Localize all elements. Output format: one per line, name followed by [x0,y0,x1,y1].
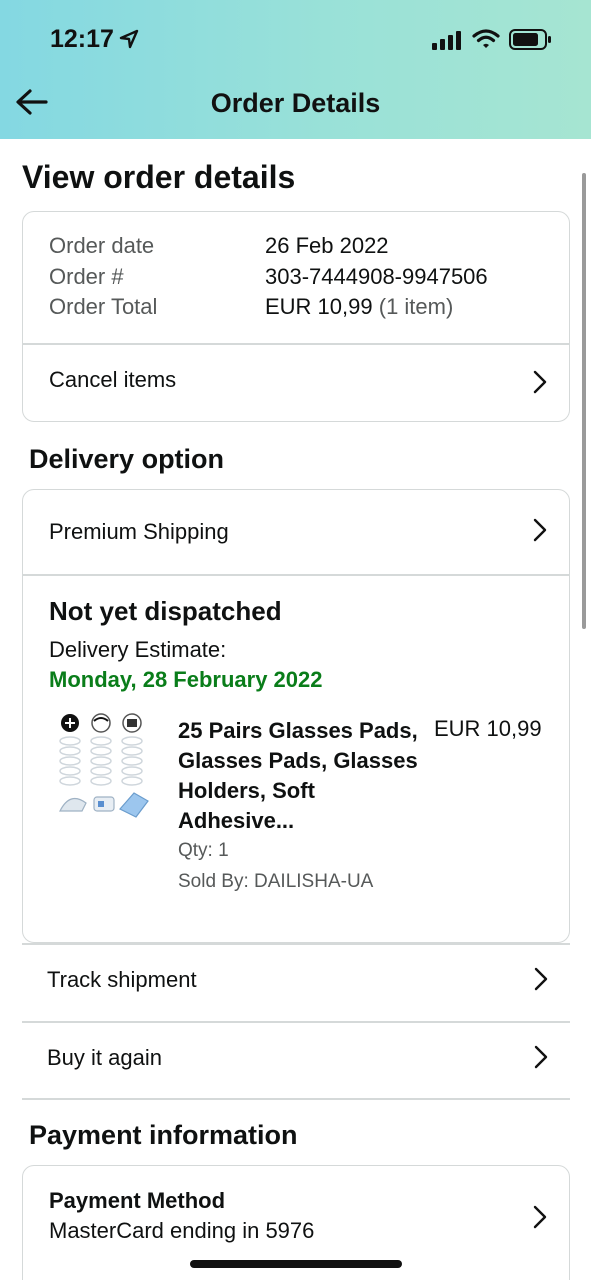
product-title[interactable]: 25 Pairs Glasses Pads, Glasses Pads, Gla… [178,716,423,836]
delivery-card: Premium Shipping Not yet dispatched Deli… [22,489,570,943]
shipment-status: Not yet dispatched [49,596,282,626]
chevron-right-icon [534,967,548,991]
wifi-icon [472,29,500,48]
cellular-signal-icon [432,31,461,50]
divider [23,574,569,576]
premium-shipping-row[interactable]: Premium Shipping [23,490,568,574]
buy-again-label: Buy it again [47,1045,162,1070]
home-indicator[interactable] [190,1260,402,1268]
payment-method-value: MasterCard ending in 5976 [49,1218,315,1243]
track-shipment-row[interactable]: Track shipment [22,944,570,1021]
shipping-option-label: Premium Shipping [49,519,229,544]
page-title: View order details [22,159,296,195]
delivery-section-title: Delivery option [29,444,225,474]
product-quantity: Qty: 1 [178,840,229,861]
payment-section-title: Payment information [29,1120,298,1150]
location-arrow-icon [119,29,139,49]
track-shipment-label: Track shipment [47,967,197,992]
order-total-label: Order Total [49,294,158,319]
scrollbar[interactable] [582,173,586,629]
header-title: Order Details [210,88,381,118]
order-number-label: Order # [49,264,124,289]
product-title-line: Glasses Pads, Glasses [178,748,418,773]
divider [22,1098,570,1100]
chevron-right-icon [533,518,547,542]
product-title-line: Adhesive... [178,808,295,833]
product-title-line: Holders, Soft [178,778,315,803]
buy-again-row[interactable]: Buy it again [22,1022,570,1099]
chevron-right-icon [533,1205,547,1229]
chevron-right-icon [533,370,547,394]
delivery-estimate-label: Delivery Estimate: [49,637,227,662]
chevron-right-icon [534,1045,548,1069]
product-title-line: 25 Pairs Glasses Pads, [178,718,418,743]
product-seller: Sold By: DAILISHA-UA [178,871,374,892]
order-item-count: (1 item) [378,294,454,319]
order-total-value: EUR 10,99 (1 item) [265,292,453,322]
order-total-amount: EUR 10,99 [265,294,373,319]
status-time: 12:17 [50,25,114,53]
product-price: EUR 10,99 [434,716,542,741]
order-date-label: Order date [49,233,155,258]
cancel-items-label: Cancel items [49,367,177,392]
product-image[interactable] [56,713,152,823]
order-number-value: 303-7444908-9947506 [265,264,488,289]
payment-method-label: Payment Method [49,1188,226,1213]
order-date-value: 26 Feb 2022 [265,233,389,258]
app-header: 12:17 Order Details [0,0,591,139]
cancel-items-row[interactable]: Cancel items [23,344,568,421]
order-summary-card: Order date 26 Feb 2022 Order # 303-74449… [22,211,570,422]
battery-icon [509,29,551,50]
delivery-estimate-date: Monday, 28 February 2022 [49,667,323,692]
